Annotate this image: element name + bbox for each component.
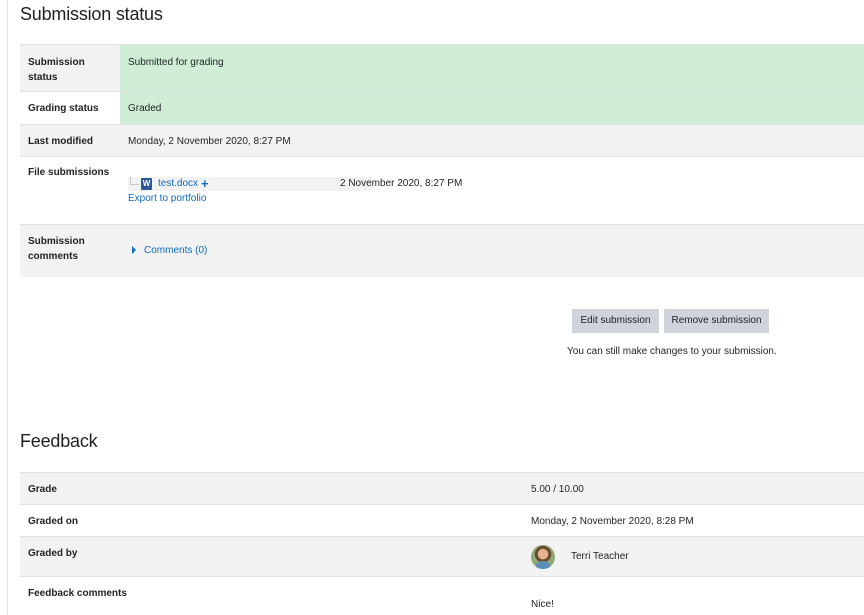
row-value: Monday, 2 November 2020, 8:27 PM	[128, 136, 291, 147]
plus-icon[interactable]: +	[201, 176, 209, 191]
row-value: Monday, 2 November 2020, 8:28 PM	[531, 516, 694, 527]
caret-right-icon[interactable]	[132, 246, 136, 254]
row-value: 5.00 / 10.00	[531, 484, 584, 495]
status-success-cell	[120, 45, 864, 91]
file-tree: W test.docx + 2 November 2020, 8:27 PM	[128, 176, 462, 191]
submission-status-table: Submission status Submitted for grading …	[20, 44, 864, 277]
submission-status-heading: Submission status	[20, 4, 163, 24]
assignment-status-page: Submission status Submission status Subm…	[0, 0, 864, 615]
remove-submission-button[interactable]: Remove submission	[664, 309, 769, 333]
feedback-table: Grade 5.00 / 10.00 Graded on Monday, 2 N…	[20, 472, 864, 615]
tree-connector	[130, 177, 139, 185]
row-label: Last modified	[28, 136, 94, 147]
table-row-feedback-comments: Feedback comments Nice!	[20, 576, 864, 615]
feedback-heading: Feedback	[20, 431, 98, 451]
export-to-portfolio-link[interactable]: Export to portfolio	[128, 191, 206, 206]
word-document-icon: W	[141, 178, 152, 190]
row-value: Submitted for grading	[128, 57, 224, 68]
avatar[interactable]	[531, 545, 555, 569]
comments-toggle-link[interactable]: Comments (0)	[144, 243, 207, 258]
table-row-grade: Grade 5.00 / 10.00	[20, 472, 864, 504]
file-link[interactable]: test.docx	[158, 176, 198, 191]
row-label: Feedback comments	[28, 588, 127, 599]
region-divider	[7, 0, 8, 615]
row-value: Nice!	[531, 599, 554, 610]
file-date: 2 November 2020, 8:27 PM	[340, 178, 463, 189]
table-row-graded-by: Graded by Terri Teacher	[20, 536, 864, 576]
row-label: Submission status	[28, 57, 85, 83]
row-label: Submission comments	[28, 236, 85, 262]
edit-submission-button[interactable]: Edit submission	[572, 309, 659, 333]
grader-name-link[interactable]: Terri Teacher	[571, 549, 629, 564]
table-row-submission-status: Submission status Submitted for grading	[20, 44, 864, 91]
row-value: Graded	[128, 103, 162, 114]
table-row-file-submissions: File submissions W test.docx + 2 Novembe…	[20, 156, 864, 224]
row-label: Graded by	[28, 548, 78, 559]
table-row-graded-on: Graded on Monday, 2 November 2020, 8:28 …	[20, 504, 864, 536]
row-label: Grading status	[28, 103, 99, 114]
status-success-cell	[120, 92, 864, 125]
edit-hint-text: You can still make changes to your submi…	[567, 346, 777, 357]
row-label: File submissions	[28, 167, 110, 178]
table-row-last-modified: Last modified Monday, 2 November 2020, 8…	[20, 124, 864, 156]
table-row-submission-comments: Submission comments Comments (0)	[20, 224, 864, 277]
row-label: Graded on	[28, 516, 79, 527]
table-row-grading-status: Grading status Graded	[20, 91, 864, 125]
row-label: Grade	[28, 484, 57, 495]
